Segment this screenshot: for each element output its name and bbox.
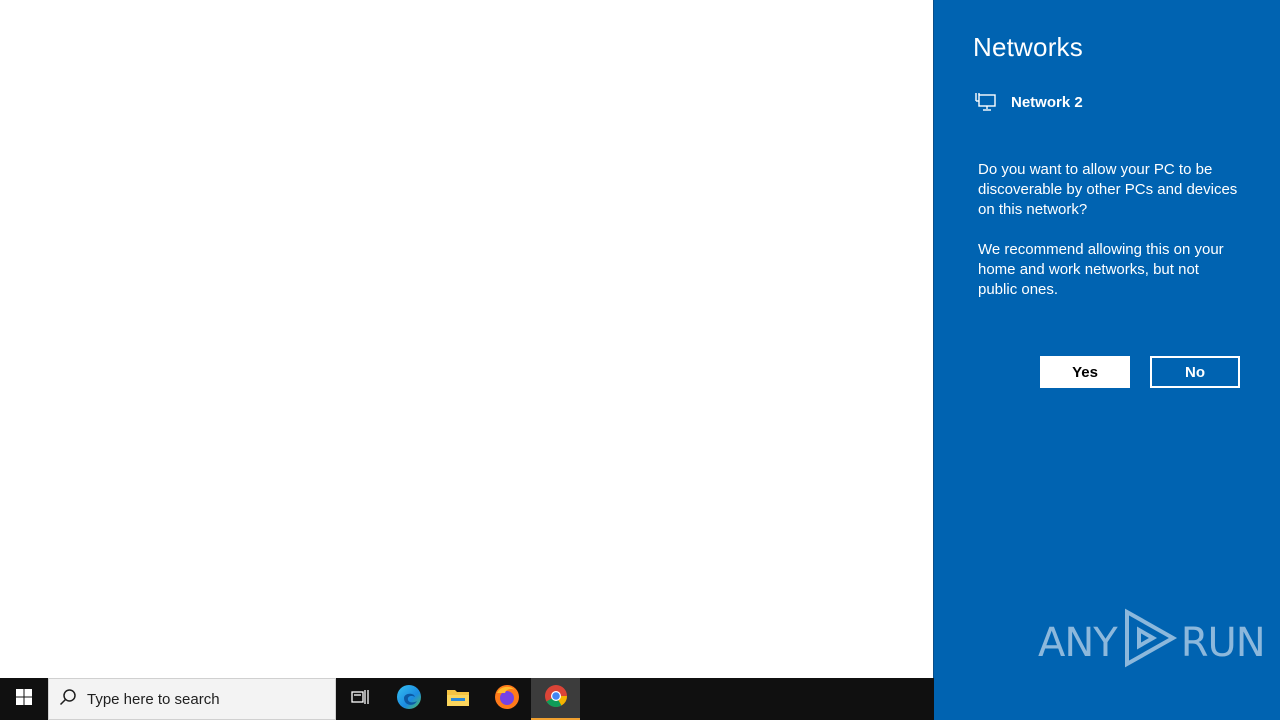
flyout-title: Networks — [973, 32, 1083, 62]
windows-logo-icon — [16, 688, 32, 710]
folder-icon — [446, 686, 470, 713]
discoverable-message: Do you want to allow your PC to be disco… — [978, 160, 1240, 300]
network-item[interactable]: Network 2 — [975, 92, 1083, 112]
task-view-button[interactable] — [336, 678, 384, 720]
firefox-icon — [494, 684, 520, 715]
taskbar: Type here to search — [0, 678, 934, 720]
taskbar-app-file-explorer[interactable] — [433, 678, 482, 720]
taskbar-app-chrome[interactable] — [531, 678, 580, 720]
no-button[interactable]: No — [1150, 356, 1240, 388]
chrome-icon — [544, 684, 568, 713]
watermark-text-left: ANY — [1038, 620, 1118, 666]
yes-button[interactable]: Yes — [1040, 356, 1130, 388]
taskbar-app-edge[interactable] — [384, 678, 433, 720]
taskbar-search-box[interactable]: Type here to search — [48, 678, 336, 720]
start-button[interactable] — [0, 678, 48, 720]
anyrun-watermark: ANY RUN — [1038, 608, 1266, 678]
message-question: Do you want to allow your PC to be disco… — [978, 161, 1238, 218]
desktop-window-area — [0, 0, 934, 678]
ethernet-icon — [975, 92, 997, 112]
task-view-icon — [351, 689, 369, 710]
play-logo-icon — [1117, 608, 1181, 678]
network-flyout: Networks Network 2 Do you want to allow … — [934, 0, 1280, 720]
message-recommendation: We recommend allowing this on your home … — [978, 241, 1224, 298]
taskbar-app-firefox[interactable] — [482, 678, 531, 720]
watermark-text-right: RUN — [1180, 620, 1266, 666]
edge-icon — [396, 684, 422, 715]
search-icon — [59, 688, 77, 711]
network-name: Network 2 — [1011, 93, 1083, 111]
search-placeholder: Type here to search — [87, 690, 220, 708]
